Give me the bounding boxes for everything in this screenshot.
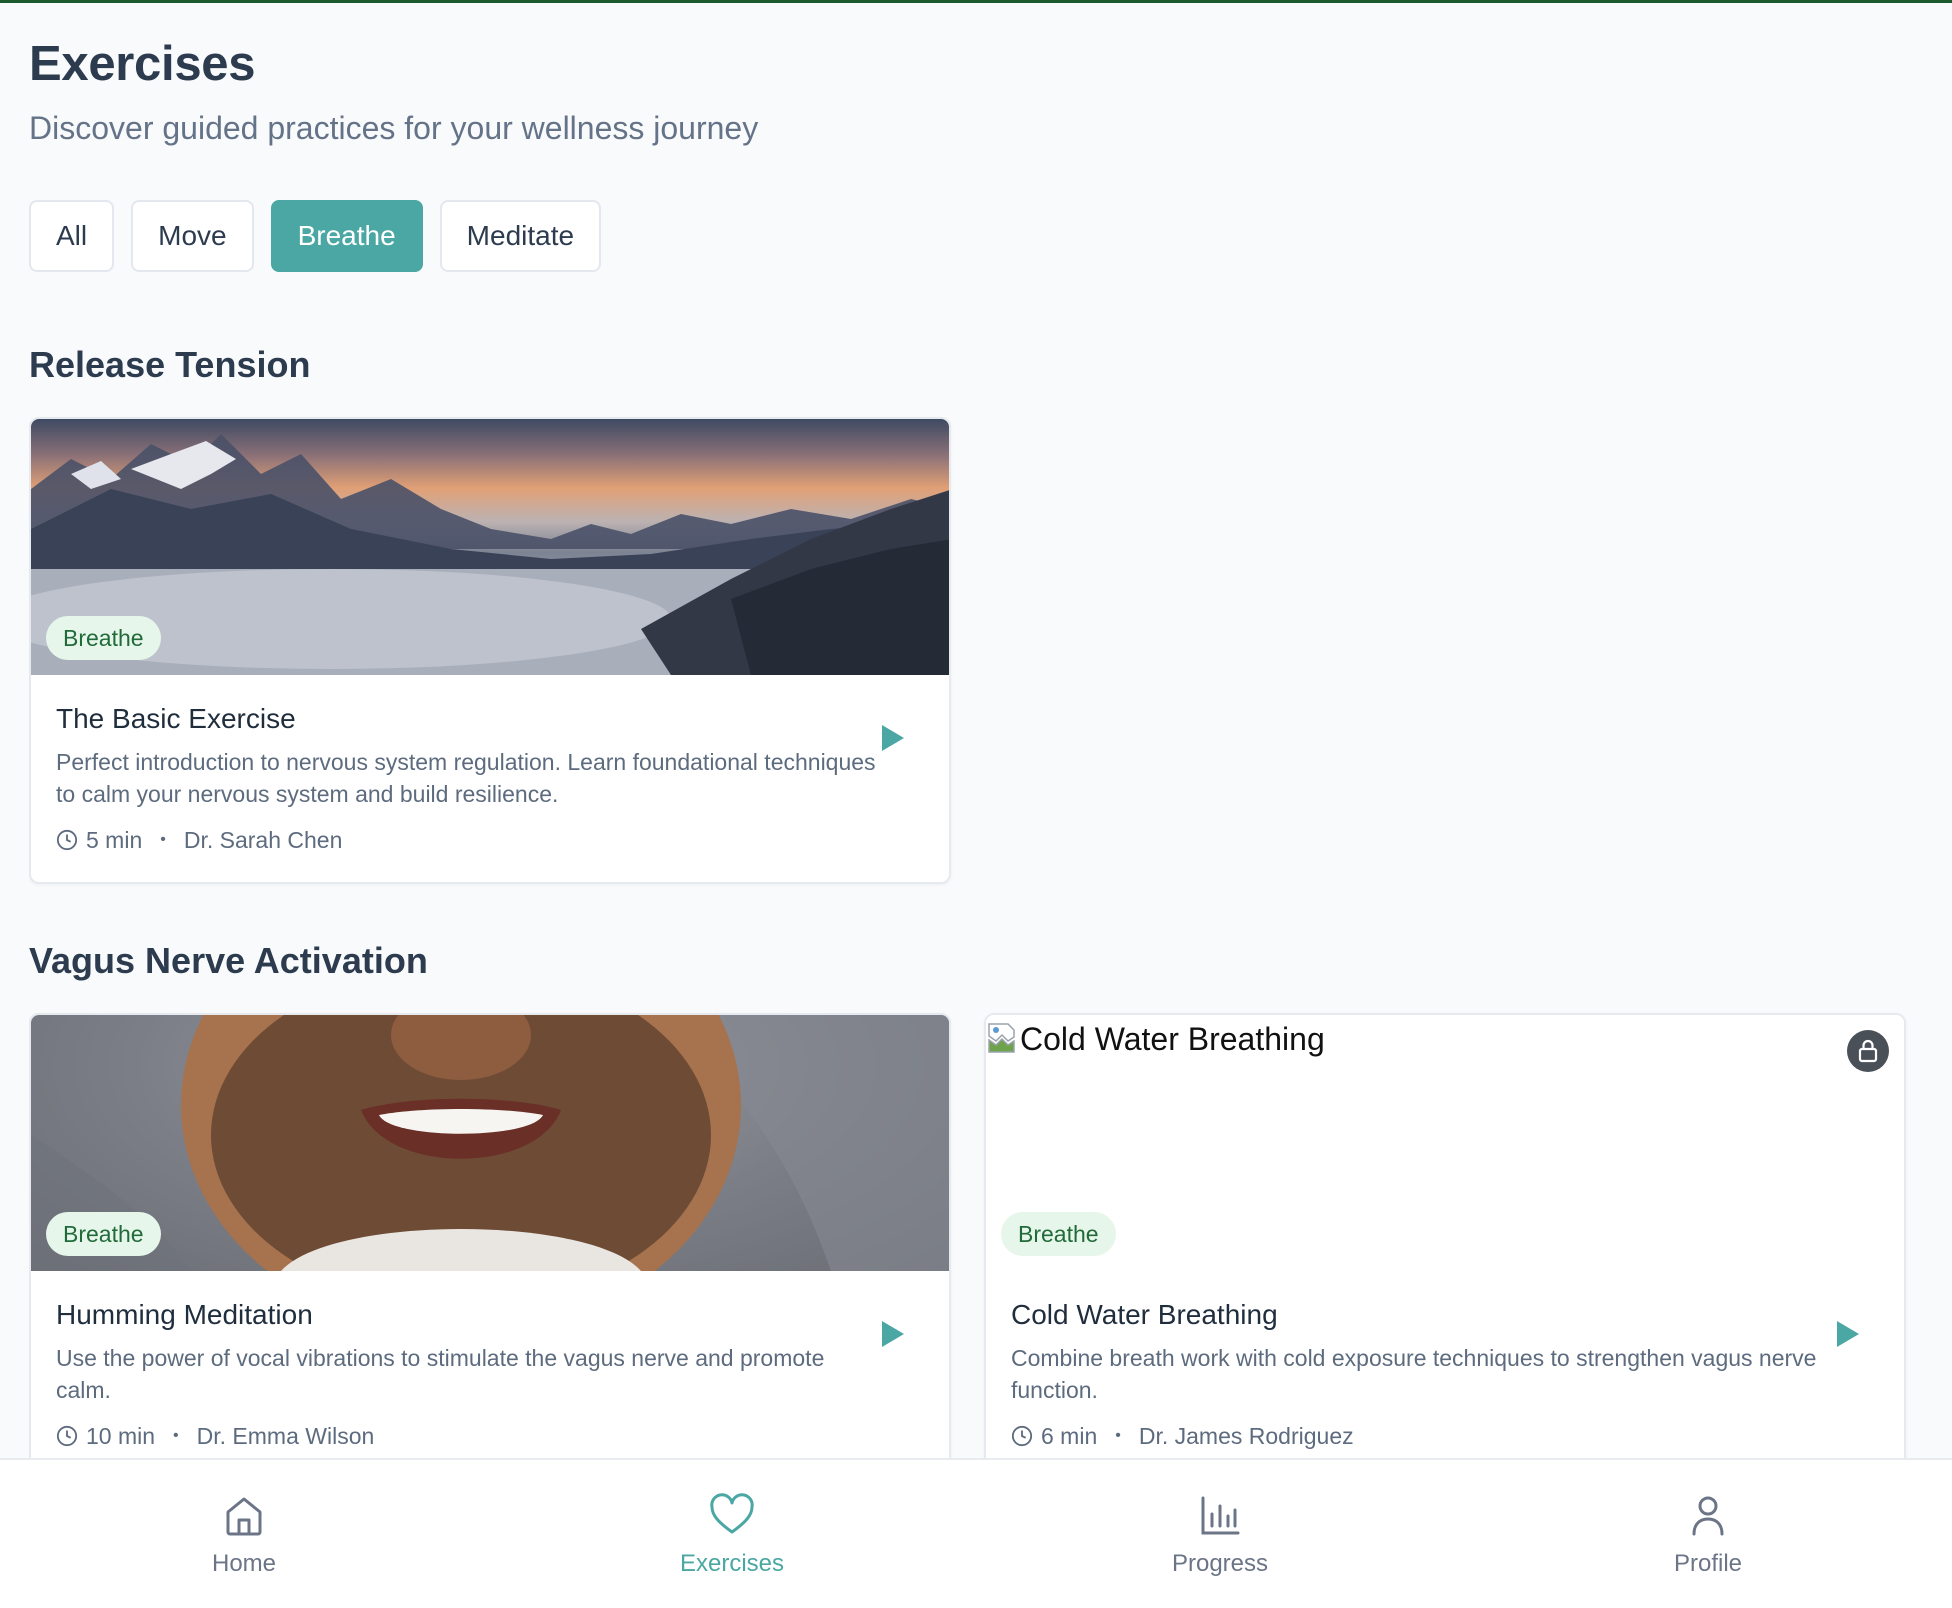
exercises-page: Exercises Discover guided practices for … — [29, 0, 1909, 1458]
card-title: The Basic Exercise — [56, 703, 296, 734]
exercise-card-cold-water-breathing[interactable]: Cold Water Breathing Breathe Cold Water … — [984, 1013, 1906, 1458]
nav-label: Progress — [1171, 1550, 1269, 1577]
filter-breathe[interactable]: Breathe — [270, 200, 423, 272]
nav-label: Home — [211, 1550, 277, 1577]
clock-icon — [56, 1425, 78, 1447]
meta-separator: • — [160, 831, 166, 848]
play-icon[interactable] — [1832, 1317, 1864, 1351]
nav-exercises[interactable]: Exercises — [582, 1460, 882, 1608]
image-alt-text: Cold Water Breathing — [1020, 1021, 1325, 1057]
nav-label: Profile — [1673, 1550, 1743, 1577]
filter-meditate[interactable]: Meditate — [439, 200, 602, 272]
bottom-navigation: Home Exercises Progress Profile — [0, 1458, 1952, 1608]
page-title: Exercises — [29, 37, 256, 91]
lock-badge — [1847, 1030, 1889, 1072]
card-meta: 5 min • Dr. Sarah Chen — [56, 824, 924, 856]
lock-icon — [1858, 1039, 1878, 1063]
bar-chart-icon — [1201, 1496, 1240, 1535]
card-body: The Basic Exercise Perfect introduction … — [31, 675, 949, 856]
heart-icon — [710, 1493, 754, 1534]
user-icon — [1692, 1496, 1724, 1536]
section-title-release-tension: Release Tension — [29, 344, 311, 385]
home-icon — [226, 1497, 262, 1536]
filter-move[interactable]: Move — [131, 200, 254, 272]
broken-image-icon — [988, 1023, 1015, 1053]
card-body: Cold Water Breathing Combine breath work… — [986, 1271, 1904, 1452]
exercise-card-humming-meditation[interactable]: Breathe Humming Meditation Use the power… — [29, 1013, 951, 1458]
smiling-man-image: Breathe — [31, 1015, 949, 1271]
card-meta: 6 min • Dr. James Rodriguez — [1011, 1420, 1879, 1452]
section-title-vagus-nerve: Vagus Nerve Activation — [29, 940, 428, 981]
page-subtitle: Discover guided practices for your welln… — [29, 110, 759, 146]
category-tag: Breathe — [46, 1212, 161, 1256]
card-meta: 10 min • Dr. Emma Wilson — [56, 1420, 924, 1452]
category-tag: Breathe — [1001, 1212, 1116, 1256]
category-filters: All Move Breathe Meditate — [29, 200, 602, 272]
clock-icon — [56, 829, 78, 851]
category-tag: Breathe — [46, 616, 161, 660]
nav-home[interactable]: Home — [94, 1460, 394, 1608]
meta-separator: • — [1115, 1427, 1121, 1444]
filter-all[interactable]: All — [29, 200, 115, 272]
mountain-sunset-image: Breathe — [31, 419, 949, 675]
nav-profile[interactable]: Profile — [1558, 1460, 1858, 1608]
duration-text: 10 min — [86, 1422, 156, 1449]
duration-text: 6 min — [1041, 1422, 1098, 1449]
card-title: Cold Water Breathing — [1011, 1299, 1278, 1330]
play-icon[interactable] — [877, 721, 909, 755]
play-icon[interactable] — [877, 1317, 909, 1351]
card-title: Humming Meditation — [56, 1299, 313, 1330]
card-description: Perfect introduction to nervous system r… — [56, 749, 876, 807]
card-body: Humming Meditation Use the power of voca… — [31, 1271, 949, 1452]
exercise-card-basic-exercise[interactable]: Breathe The Basic Exercise Perfect intro… — [29, 417, 951, 884]
clock-icon — [1011, 1425, 1033, 1447]
card-description: Combine breath work with cold exposure t… — [1011, 1345, 1817, 1403]
author-text: Dr. James Rodriguez — [1138, 1422, 1354, 1449]
nav-progress[interactable]: Progress — [1070, 1460, 1370, 1608]
card-description: Use the power of vocal vibrations to sti… — [56, 1345, 825, 1403]
broken-image: Cold Water Breathing — [986, 1021, 1325, 1058]
nav-label: Exercises — [679, 1550, 785, 1577]
meta-separator: • — [173, 1427, 179, 1444]
duration-text: 5 min — [86, 826, 143, 853]
card-image-placeholder: Cold Water Breathing Breathe — [986, 1015, 1904, 1271]
author-text: Dr. Sarah Chen — [183, 826, 343, 853]
author-text: Dr. Emma Wilson — [196, 1422, 375, 1449]
